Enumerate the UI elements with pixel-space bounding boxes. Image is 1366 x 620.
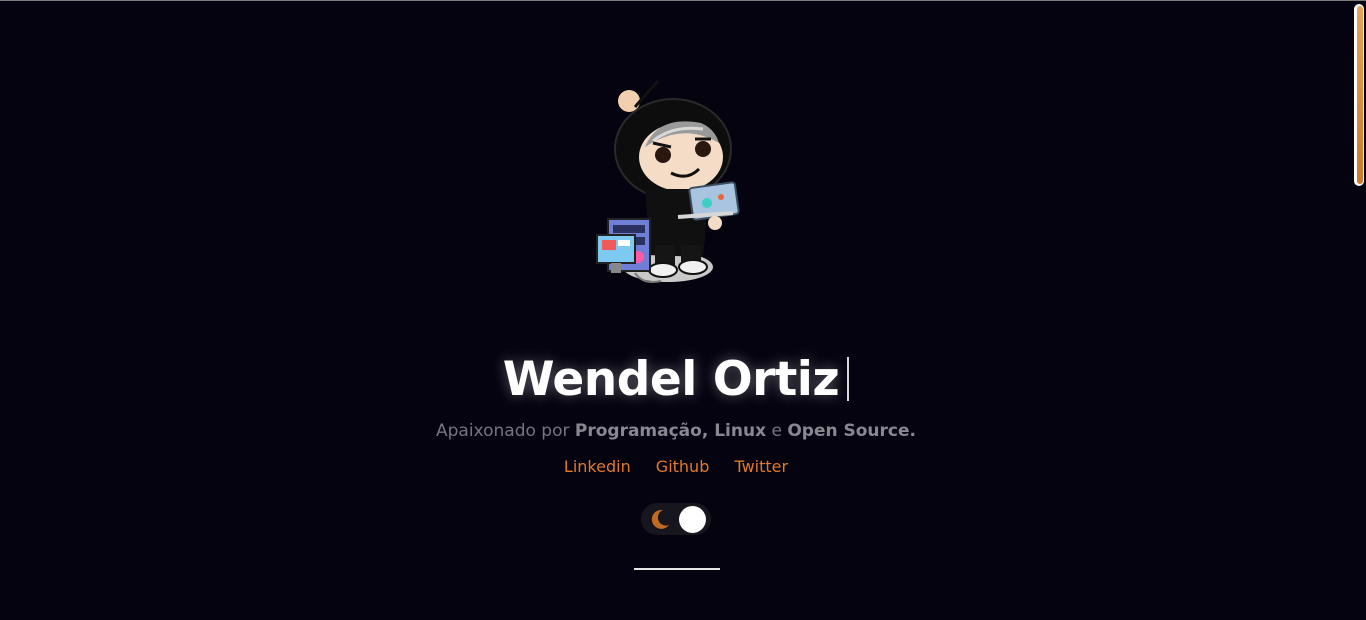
page-title: Wendel Ortiz (0, 350, 1352, 410)
linkedin-link[interactable]: Linkedin (564, 457, 631, 476)
toggle-knob[interactable] (679, 506, 706, 533)
scrollbar-thumb[interactable] (1357, 6, 1363, 184)
tagline-prefix: Apaixonado por (436, 421, 575, 441)
tagline-highlight-2: Open Source. (787, 421, 916, 441)
social-links: Linkedin Github Twitter (0, 455, 1352, 479)
divider (634, 568, 720, 570)
tagline-middle: e (766, 421, 788, 441)
tagline: Apaixonado por Programação, Linux e Open… (0, 419, 1352, 443)
avatar-illustration (596, 79, 740, 283)
antenna-ball (618, 90, 640, 112)
github-link[interactable]: Github (656, 457, 710, 476)
typing-caret (847, 357, 850, 401)
tagline-highlight-1: Programação, Linux (574, 421, 767, 441)
page: Wendel Ortiz Apaixonado por Programação,… (0, 0, 1366, 620)
scrollbar[interactable] (1354, 4, 1364, 186)
avatar (583, 77, 753, 292)
theme-toggle[interactable] (641, 503, 711, 535)
moon-icon (649, 508, 671, 530)
twitter-link[interactable]: Twitter (734, 457, 788, 476)
name-text: Wendel Ortiz (502, 352, 840, 407)
